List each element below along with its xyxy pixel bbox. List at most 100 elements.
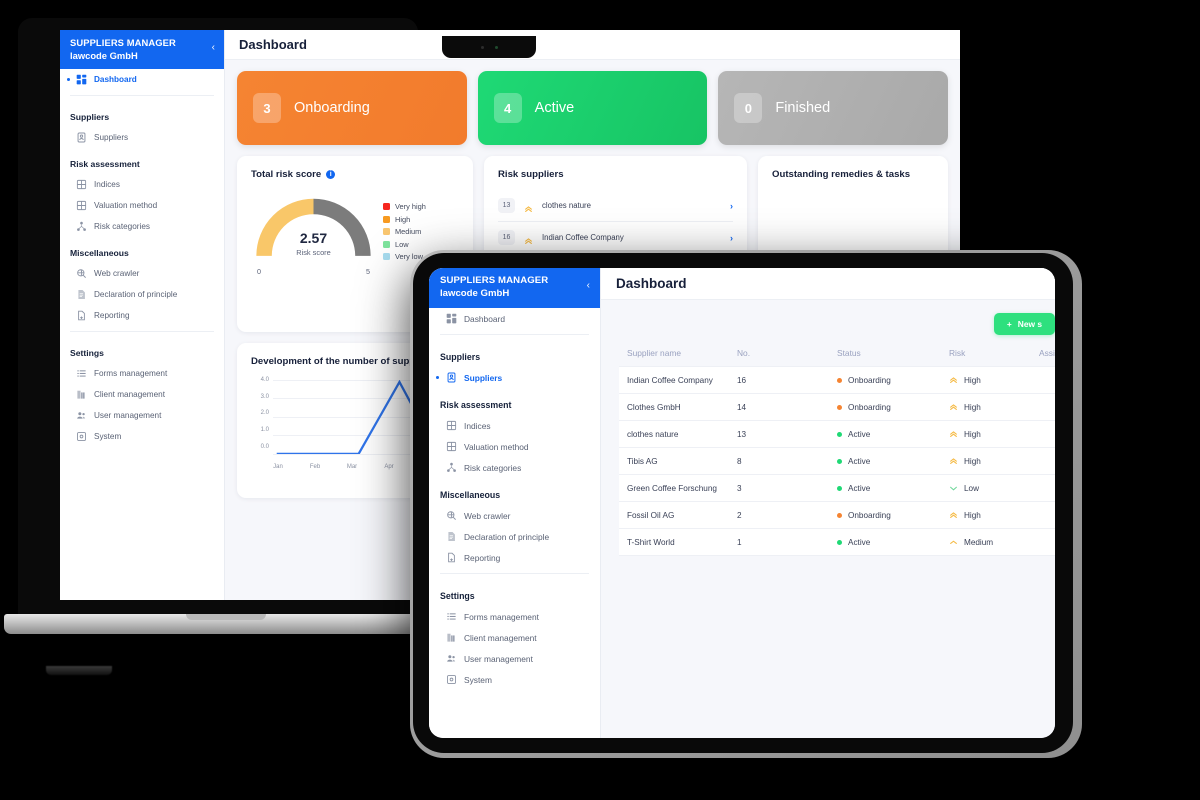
- column-header-status[interactable]: Status: [837, 348, 949, 358]
- cell-no: 2: [737, 510, 742, 520]
- sidebar-item-user-management[interactable]: User management: [60, 405, 224, 426]
- risk-text: High: [964, 456, 981, 466]
- chevron-right-icon[interactable]: ›: [730, 233, 733, 243]
- table-row[interactable]: Fossil Oil AG 2 Onboarding High: [619, 501, 1055, 528]
- tablet-sidebar: SUPPLIERS MANAGER lawcode GmbH ‹ Dashboa…: [429, 268, 601, 738]
- active-indicator-dot: [67, 78, 70, 81]
- document-icon: [76, 289, 87, 300]
- chevron-left-icon[interactable]: ‹: [587, 281, 590, 291]
- chevron-left-icon[interactable]: ‹: [212, 43, 215, 53]
- x-axis-tick: Feb: [309, 463, 321, 470]
- column-header-supplier-name[interactable]: Supplier name: [619, 348, 737, 358]
- legend-item: Very high: [383, 202, 426, 211]
- card-title: Risk suppliers: [498, 169, 733, 180]
- status-text: Onboarding: [848, 510, 891, 520]
- sidebar-item-suppliers[interactable]: Suppliers: [429, 367, 600, 388]
- legend-item: High: [383, 215, 426, 224]
- status-card-onboarding[interactable]: 3 Onboarding: [237, 71, 467, 145]
- column-header-assignee[interactable]: Assi: [1039, 348, 1055, 358]
- column-header-no[interactable]: No.: [737, 348, 837, 358]
- sidebar-item-valuation-method[interactable]: Valuation method: [60, 195, 224, 216]
- cell-status: Onboarding: [837, 403, 949, 412]
- sidebar-item-reporting[interactable]: Reporting: [60, 305, 224, 326]
- sidebar-item-valuation-method[interactable]: Valuation method: [429, 436, 600, 457]
- cell-no: 14: [737, 402, 747, 412]
- status-badge: [837, 404, 842, 410]
- sidebar-item-label: Reporting: [464, 552, 501, 563]
- sidebar-item-reporting[interactable]: Reporting: [429, 547, 600, 568]
- legend-swatch: [383, 253, 390, 261]
- gauge-max: 5: [366, 267, 370, 276]
- column-header-risk[interactable]: Risk: [949, 348, 1039, 358]
- risk-low-icon: [949, 484, 958, 493]
- table-row[interactable]: Clothes GmbH 14 Onboarding High: [619, 393, 1055, 420]
- sidebar-item-client-management[interactable]: Client management: [429, 627, 600, 648]
- list-item[interactable]: 13 clothes nature ›: [498, 190, 733, 222]
- camera-indicator-icon: [494, 45, 498, 49]
- status-card-active[interactable]: 4 Active: [477, 71, 708, 145]
- page-title: Dashboard: [239, 37, 307, 52]
- tablet-topbar: Dashboard: [601, 268, 1055, 300]
- sidebar-item-suppliers[interactable]: Suppliers: [60, 127, 224, 148]
- sidebar-item-label: Client management: [94, 390, 165, 399]
- cell-status: Active: [837, 538, 949, 547]
- status-badge: [837, 377, 842, 383]
- sidebar-item-declaration-of-principle[interactable]: Declaration of principle: [429, 526, 600, 547]
- laptop-base-notch: [186, 614, 266, 620]
- sidebar-group-suppliers: Suppliers: [70, 112, 110, 122]
- cell-status: Active: [837, 430, 949, 439]
- sidebar-item-forms-management[interactable]: Forms management: [60, 363, 224, 384]
- status-text: Active: [848, 483, 871, 493]
- sidebar-item-client-management[interactable]: Client management: [60, 384, 224, 405]
- sidebar-item-user-management[interactable]: User management: [429, 648, 600, 669]
- sidebar-item-label: User management: [94, 411, 162, 420]
- table-row[interactable]: clothes nature 13 Active High: [619, 420, 1055, 447]
- sidebar-item-label: Web crawler: [94, 269, 140, 278]
- system-icon: [76, 431, 87, 442]
- cell-no: 3: [737, 483, 742, 493]
- sidebar-item-indices[interactable]: Indices: [429, 415, 600, 436]
- status-text: Onboarding: [848, 375, 891, 385]
- suppliers-table-panel: + New s Supplier name No. Status Risk As…: [601, 300, 1055, 738]
- risk-text: High: [964, 510, 981, 520]
- sidebar-item-dashboard[interactable]: Dashboard: [60, 69, 224, 90]
- sidebar-item-indices[interactable]: Indices: [60, 174, 224, 195]
- table-row[interactable]: Tibis AG 8 Active High: [619, 447, 1055, 474]
- status-label: Onboarding: [294, 100, 370, 116]
- status-badge: [837, 539, 842, 545]
- cell-supplier-name: Clothes GmbH: [627, 402, 681, 412]
- table-row[interactable]: Green Coffee Forschung 3 Active Low: [619, 474, 1055, 501]
- sidebar-item-label: Indices: [94, 180, 120, 189]
- table-row[interactable]: Indian Coffee Company 16 Onboarding High: [619, 366, 1055, 393]
- chevron-right-icon[interactable]: ›: [730, 201, 733, 211]
- status-text: Active: [848, 456, 871, 466]
- cell-supplier-name: Tibis AG: [627, 456, 658, 466]
- sidebar-item-declaration-of-principle[interactable]: Declaration of principle: [60, 284, 224, 305]
- cell-supplier-name: Fossil Oil AG: [627, 510, 675, 520]
- new-supplier-button[interactable]: + New s: [993, 313, 1055, 335]
- risk-text: High: [964, 375, 981, 385]
- cell-no: 13: [737, 429, 747, 439]
- sidebar-item-risk-categories[interactable]: Risk categories: [429, 457, 600, 478]
- table-row[interactable]: T-Shirt World 1 Active Medium: [619, 528, 1055, 555]
- cell-risk: High: [949, 376, 1039, 385]
- sidebar-item-label: Dashboard: [464, 313, 505, 324]
- status-text: Onboarding: [848, 402, 891, 412]
- info-icon[interactable]: i: [326, 170, 336, 179]
- table-body: Indian Coffee Company 16 Onboarding High…: [619, 366, 1055, 556]
- sidebar-item-risk-categories[interactable]: Risk categories: [60, 216, 224, 237]
- table-grid-icon: [76, 200, 87, 211]
- sidebar-item-system[interactable]: System: [60, 426, 224, 447]
- web-crawler-icon: [76, 268, 87, 279]
- sidebar-item-web-crawler[interactable]: Web crawler: [60, 263, 224, 284]
- sidebar-item-web-crawler[interactable]: Web crawler: [429, 505, 600, 526]
- laptop-sidebar: SUPPLIERS MANAGER lawcode GmbH ‹ Dashboa…: [60, 30, 225, 600]
- sidebar-item-forms-management[interactable]: Forms management: [429, 606, 600, 627]
- sidebar-item-system[interactable]: System: [429, 669, 600, 690]
- status-card-finished[interactable]: 0 Finished: [718, 71, 949, 145]
- cell-status: Onboarding: [837, 376, 949, 385]
- id-card-icon: [446, 372, 457, 383]
- sidebar-item-label: Forms management: [464, 611, 539, 622]
- gauge-value: 2.57: [299, 230, 328, 246]
- sidebar-item-dashboard[interactable]: Dashboard: [429, 308, 600, 329]
